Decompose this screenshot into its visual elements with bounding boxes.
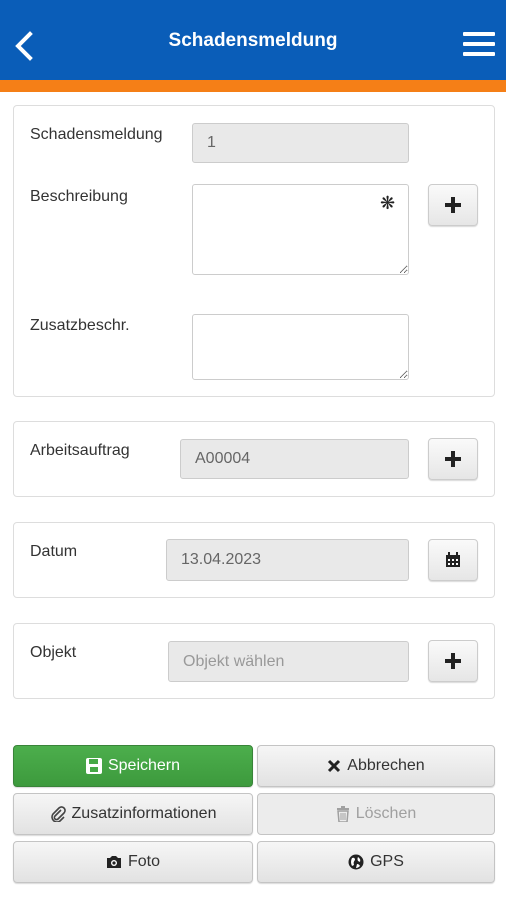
arbeitsauftrag-label: Arbeitsauftrag [30, 442, 130, 459]
photo-button-label: Foto [127, 853, 160, 870]
calendar-button[interactable] [428, 539, 478, 581]
delete-button-label: Löschen [355, 805, 417, 822]
zusatzbeschr-field[interactable] [192, 314, 409, 380]
trash-icon [336, 806, 350, 822]
objekt-add-button[interactable] [428, 640, 478, 682]
plus-icon [445, 653, 461, 669]
gps-button[interactable]: GPS [257, 841, 495, 883]
beschreibung-add-button[interactable] [428, 184, 478, 226]
hamburger-menu-button[interactable] [463, 30, 497, 60]
save-button[interactable]: Speichern [13, 745, 253, 787]
datum-field[interactable]: 13.04.2023 [166, 539, 409, 581]
hamburger-menu-icon [463, 32, 495, 36]
schadensmeldung-label: Schadensmeldung [30, 126, 163, 143]
datum-label: Datum [30, 543, 78, 560]
photo-button[interactable]: Foto [13, 841, 253, 883]
objekt-label: Objekt [30, 644, 77, 661]
calendar-icon [446, 552, 460, 567]
cancel-button[interactable]: Abbrechen [257, 745, 495, 787]
camera-icon [106, 855, 122, 869]
plus-icon [445, 197, 461, 213]
arbeitsauftrag-add-button[interactable] [428, 438, 478, 480]
additional-info-button-label: Zusatzinformationen [71, 805, 217, 822]
floppy-disk-icon [85, 758, 102, 774]
required-marker-icon: ❋ [380, 193, 396, 213]
app-header: Schadensmeldung [0, 0, 506, 80]
objekt-select[interactable]: Objekt wählen [168, 641, 409, 682]
additional-info-button[interactable]: Zusatzinformationen [13, 793, 253, 835]
save-button-label: Speichern [107, 757, 181, 774]
page-title: Schadensmeldung [168, 30, 338, 51]
x-icon [327, 759, 341, 773]
gps-button-label: GPS [370, 853, 404, 870]
schadensmeldung-field: 1 [192, 123, 409, 163]
beschreibung-label: Beschreibung [30, 188, 128, 205]
arbeitsauftrag-field[interactable]: A00004 [180, 439, 409, 479]
zusatzbeschr-label: Zusatzbeschr. [30, 317, 130, 334]
cancel-button-label: Abbrechen [347, 757, 425, 774]
delete-button[interactable]: Löschen [257, 793, 495, 835]
globe-icon [348, 854, 364, 870]
header-accent-stripe [0, 80, 506, 92]
plus-icon [445, 451, 461, 467]
paperclip-icon [50, 806, 66, 822]
beschreibung-field[interactable] [192, 184, 409, 275]
